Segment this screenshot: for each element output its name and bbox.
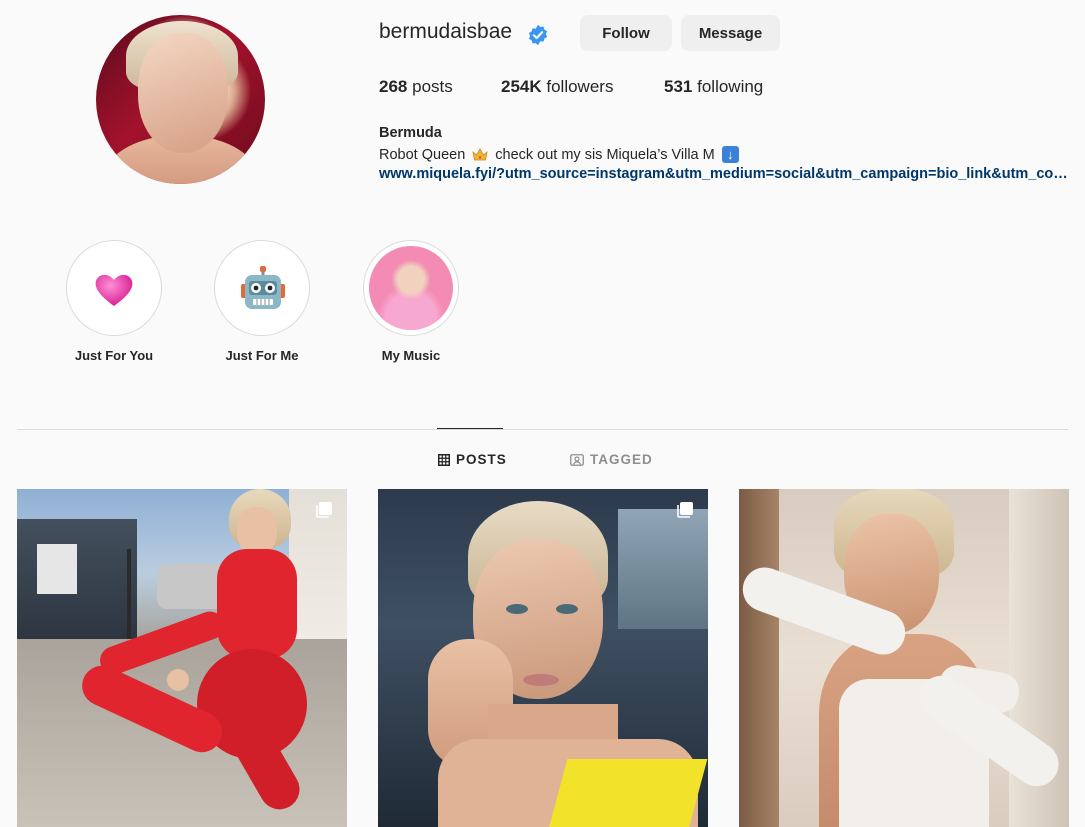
tab-tagged-label: TAGGED bbox=[590, 452, 653, 467]
heart-icon bbox=[95, 274, 133, 306]
highlight-label: My Music bbox=[381, 348, 441, 363]
crown-icon bbox=[472, 147, 488, 160]
tab-posts-label: POSTS bbox=[456, 452, 507, 467]
highlight-label: Just For Me bbox=[225, 348, 299, 363]
post-thumbnail[interactable] bbox=[739, 489, 1069, 827]
highlight-ring[interactable] bbox=[66, 240, 162, 336]
grid-icon bbox=[438, 453, 450, 466]
down-arrow-icon: ↓ bbox=[721, 146, 739, 163]
post-thumbnail[interactable] bbox=[378, 489, 708, 827]
highlight-my-music[interactable]: My Music bbox=[363, 240, 459, 363]
message-button[interactable]: Message bbox=[681, 15, 780, 51]
robot-icon bbox=[241, 266, 285, 309]
profile-display-name: Bermuda bbox=[379, 125, 442, 141]
tab-tagged[interactable]: TAGGED bbox=[570, 452, 653, 467]
followers-count[interactable]: 254K followers bbox=[501, 77, 613, 97]
following-count[interactable]: 531 following bbox=[664, 77, 763, 97]
multiple-photos-icon bbox=[677, 502, 693, 518]
profile-bio: Robot Queen check out my sis Miquela’s V… bbox=[379, 146, 739, 163]
posts-count: 268 posts bbox=[379, 77, 453, 96]
highlight-photo-thumbnail bbox=[369, 246, 453, 330]
bio-text-part1: Robot Queen bbox=[379, 146, 466, 163]
highlight-just-for-me[interactable]: Just For Me bbox=[214, 240, 310, 363]
profile-username: bermudaisbae bbox=[379, 20, 513, 43]
tabs-divider bbox=[17, 429, 1068, 430]
follow-button[interactable]: Follow bbox=[580, 15, 672, 51]
post-thumbnail[interactable] bbox=[17, 489, 347, 827]
profile-avatar[interactable] bbox=[96, 15, 265, 184]
bio-link[interactable]: www.miquela.fyi/?utm_source=instagram&ut… bbox=[379, 166, 1069, 182]
bio-text-part2: check out my sis Miquela’s Villa M bbox=[495, 146, 715, 163]
active-tab-indicator bbox=[437, 428, 503, 429]
highlight-just-for-you[interactable]: Just For You bbox=[66, 240, 162, 363]
verified-badge-icon bbox=[528, 24, 548, 46]
highlight-label: Just For You bbox=[74, 348, 154, 363]
tagged-user-icon bbox=[570, 453, 584, 466]
multiple-photos-icon bbox=[316, 502, 332, 518]
highlight-ring[interactable] bbox=[214, 240, 310, 336]
highlight-ring[interactable] bbox=[363, 240, 459, 336]
tab-posts[interactable]: POSTS bbox=[438, 452, 507, 467]
